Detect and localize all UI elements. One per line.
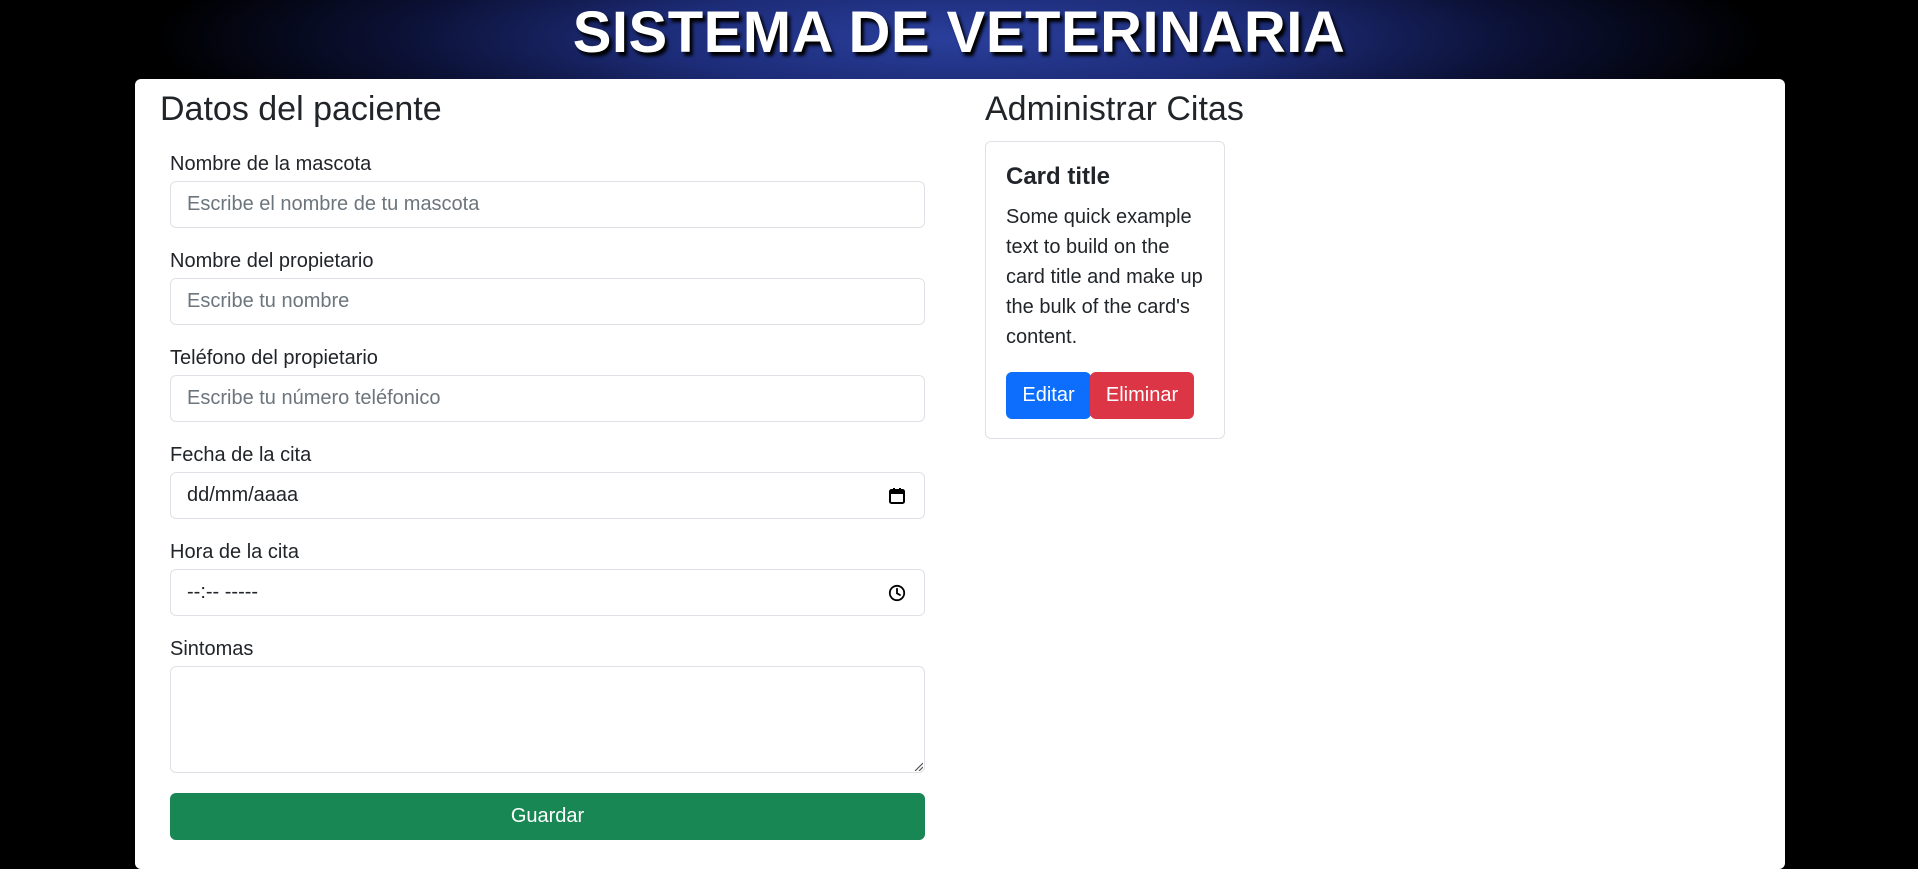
symptoms-label: Sintomas	[170, 638, 254, 660]
main-container: Datos del paciente Nombre de la mascota …	[135, 79, 1785, 869]
symptoms-wrapper	[170, 666, 925, 773]
owner-phone-label: Teléfono del propietario	[170, 347, 378, 369]
card-title: Card title	[1006, 163, 1111, 190]
date-placeholder: dd/mm/aaaa	[187, 484, 299, 506]
appointment-time-input[interactable]: --:-- -----	[170, 569, 925, 616]
owner-name-input[interactable]	[170, 278, 925, 325]
clock-icon[interactable]	[886, 582, 908, 604]
time-placeholder: --:-- -----	[187, 581, 259, 603]
appointment-date-label: Fecha de la cita	[170, 444, 312, 466]
pet-name-input[interactable]	[170, 181, 925, 228]
calendar-icon[interactable]	[886, 485, 908, 507]
appointment-date-input[interactable]: dd/mm/aaaa	[170, 472, 925, 519]
delete-button[interactable]: Eliminar	[1090, 372, 1194, 419]
app-title: SISTEMA DE VETERINARIA	[572, 0, 1346, 65]
appointment-card: Card title Some quick example text to bu…	[985, 141, 1225, 439]
edit-button[interactable]: Editar	[1006, 372, 1091, 419]
card-text: Some quick example text to build on the …	[1006, 206, 1203, 348]
symptoms-textarea[interactable]	[170, 666, 925, 773]
save-button[interactable]: Guardar	[170, 793, 925, 840]
resize-handle-icon[interactable]	[913, 761, 923, 771]
appointments-title: Administrar Citas	[985, 90, 1244, 128]
appointment-time-label: Hora de la cita	[170, 541, 299, 563]
owner-phone-input[interactable]	[170, 375, 925, 422]
pet-name-label: Nombre de la mascota	[170, 153, 372, 175]
form-title: Datos del paciente	[160, 90, 442, 128]
header-banner: SISTEMA DE VETERINARIA	[0, 0, 1918, 80]
owner-name-label: Nombre del propietario	[170, 250, 374, 272]
